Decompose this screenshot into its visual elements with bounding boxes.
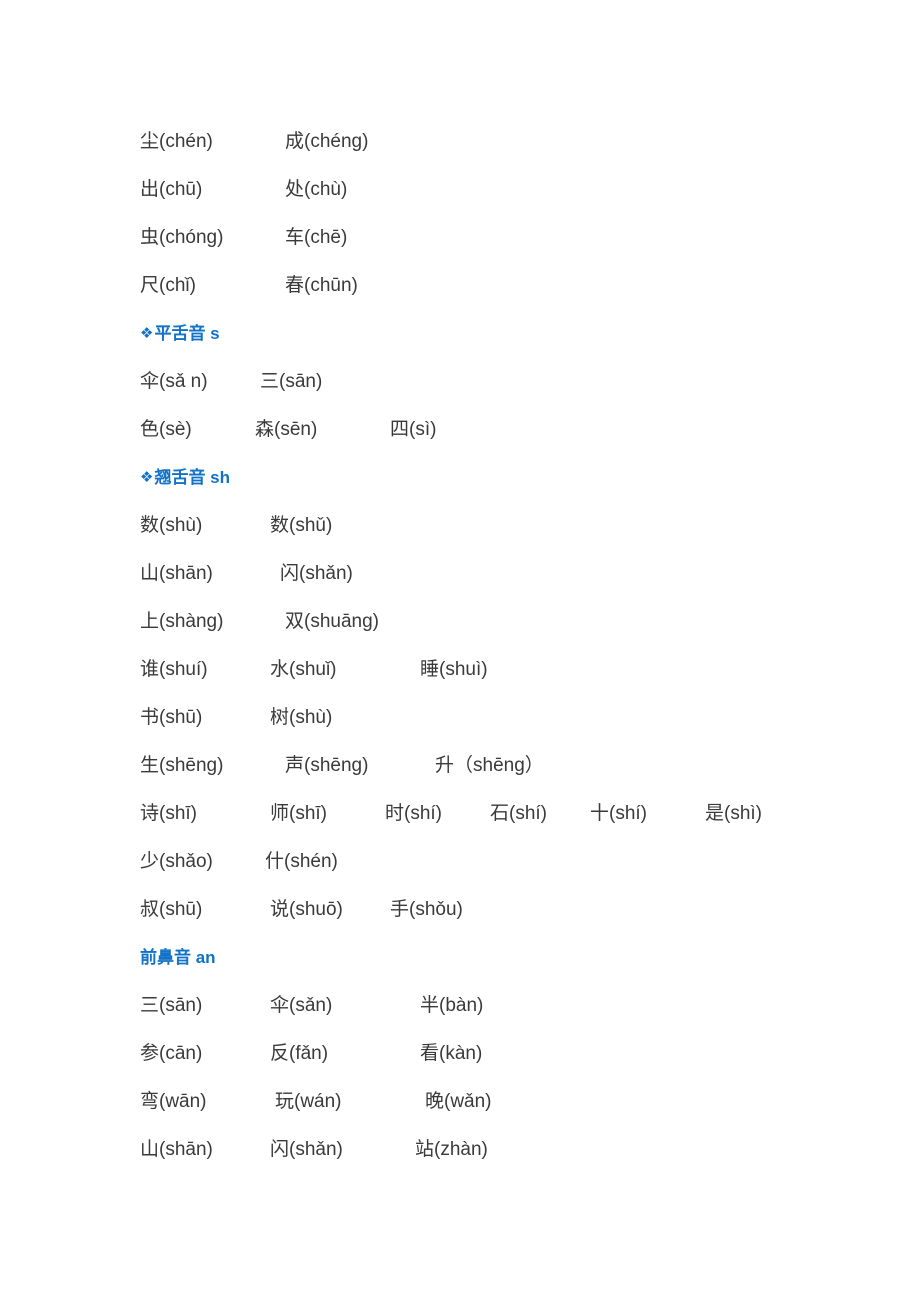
word-row-shu-shu2: 书(shū) 树(shù) <box>140 694 860 742</box>
word-row-shan-shan: 山(shān) 闪(shǎn) <box>140 550 860 598</box>
word-item: 师(shī) <box>270 803 328 824</box>
word-row-chong-che: 虫(chóng) 车(chē) <box>140 214 860 262</box>
word-item: 弯(wān) <box>140 1091 207 1112</box>
word-item: 谁(shuí) <box>140 659 208 680</box>
word-item: 伞(sǎn) <box>270 995 333 1016</box>
word-item: 三(sān) <box>260 371 323 392</box>
word-row-shu-shuo-shou: 叔(shū) 说(shuō) 手(shǒu) <box>140 886 860 934</box>
word-item: 十(shí) <box>590 803 648 824</box>
word-row-shang-shuang: 上(shàng) 双(shuāng) <box>140 598 860 646</box>
word-item: 升（shēng） <box>435 755 544 776</box>
word-item: 成(chéng) <box>285 131 369 152</box>
word-row-chu: 出(chū) 处(chù) <box>140 166 860 214</box>
word-item: 处(chù) <box>285 179 348 200</box>
word-item: 参(cān) <box>140 1043 203 1064</box>
word-item: 什(shén) <box>265 851 338 872</box>
word-item: 玩(wán) <box>275 1091 342 1112</box>
word-item: 闪(shǎn) <box>270 1139 343 1160</box>
word-item: 生(shēng) <box>140 755 224 776</box>
word-row-san-san-ban: 三(sān) 伞(sǎn) 半(bàn) <box>140 982 860 1030</box>
word-item: 叔(shū) <box>140 899 203 920</box>
word-item: 闪(shǎn) <box>280 563 353 584</box>
word-row-san-san: 伞(sǎ n) 三(sān) <box>140 358 860 406</box>
word-item: 出(chū) <box>140 179 203 200</box>
diamond-bullet-icon: ❖ <box>140 325 154 342</box>
word-item: 看(kàn) <box>420 1043 483 1064</box>
word-item: 说(shuō) <box>270 899 343 920</box>
document-body: 尘(chén) 成(chéng) 出(chū) 处(chù) 虫(chóng) 车(chē… <box>140 118 860 1174</box>
word-item: 石(shí) <box>490 803 548 824</box>
word-item: 尘(chén) <box>140 131 213 152</box>
word-row-shan-shan-zhan: 山(shān) 闪(shǎn) 站(zhàn) <box>140 1126 860 1174</box>
document-page: 尘(chén) 成(chéng) 出(chū) 处(chù) 虫(chóng) 车(chē… <box>0 0 920 1302</box>
word-item: 尺(chǐ) <box>140 275 196 296</box>
section-header-label: 前鼻音 an <box>140 948 216 967</box>
word-item: 是(shì) <box>705 803 763 824</box>
word-item: 手(shǒu) <box>390 899 463 920</box>
diamond-bullet-icon: ❖ <box>140 469 154 486</box>
word-item: 数(shù) <box>140 515 203 536</box>
word-item: 站(zhàn) <box>415 1139 488 1160</box>
word-row-se-sen-si: 色(sè) 森(sēn) 四(sì) <box>140 406 860 454</box>
word-row-chen-cheng: 尘(chén) 成(chéng) <box>140 118 860 166</box>
word-item: 上(shàng) <box>140 611 224 632</box>
word-item: 书(shū) <box>140 707 203 728</box>
word-row-shi: 诗(shī) 师(shī) 时(shí) 石(shí) 十(shí) 是(shì) <box>140 790 860 838</box>
section-header-label: 翘舌音 sh <box>154 468 231 487</box>
section-header-pingsheyin-s: ❖平舌音 s <box>140 310 860 358</box>
word-item: 色(sè) <box>140 419 192 440</box>
word-item: 树(shù) <box>270 707 333 728</box>
word-row-shao-shen: 少(shǎo) 什(shén) <box>140 838 860 886</box>
word-item: 诗(shī) <box>140 803 198 824</box>
word-item: 三(sān) <box>140 995 203 1016</box>
word-row-can-fan-kan: 参(cān) 反(fǎn) 看(kàn) <box>140 1030 860 1078</box>
word-item: 数(shǔ) <box>270 515 333 536</box>
word-row-wan-wan-wan: 弯(wān) 玩(wán) 晚(wǎn) <box>140 1078 860 1126</box>
word-item: 车(chē) <box>285 227 348 248</box>
word-item: 森(sēn) <box>255 419 318 440</box>
section-header-qiaosheyin-sh: ❖翘舌音 sh <box>140 454 860 502</box>
word-item: 半(bàn) <box>420 995 484 1016</box>
word-row-sheng: 生(shēng) 声(shēng) 升（shēng） <box>140 742 860 790</box>
word-item: 水(shuǐ) <box>270 659 337 680</box>
word-item: 山(shān) <box>140 563 213 584</box>
word-item: 声(shēng) <box>285 755 369 776</box>
word-item: 睡(shuì) <box>420 659 488 680</box>
word-item: 双(shuāng) <box>285 611 379 632</box>
section-header-label: 平舌音 s <box>154 324 220 343</box>
word-row-chi-chun: 尺(chǐ) 春(chūn) <box>140 262 860 310</box>
word-item: 山(shān) <box>140 1139 213 1160</box>
word-item: 四(sì) <box>390 419 437 440</box>
word-item: 伞(sǎ n) <box>140 371 208 392</box>
word-item: 春(chūn) <box>285 275 358 296</box>
word-item: 虫(chóng) <box>140 227 224 248</box>
word-item: 反(fǎn) <box>270 1043 329 1064</box>
word-row-shui: 谁(shuí) 水(shuǐ) 睡(shuì) <box>140 646 860 694</box>
word-item: 晚(wǎn) <box>425 1091 492 1112</box>
word-row-shu-shu: 数(shù) 数(shǔ) <box>140 502 860 550</box>
section-header-qianbiyin-an: 前鼻音 an <box>140 934 860 982</box>
word-item: 时(shí) <box>385 803 443 824</box>
word-item: 少(shǎo) <box>140 851 213 872</box>
